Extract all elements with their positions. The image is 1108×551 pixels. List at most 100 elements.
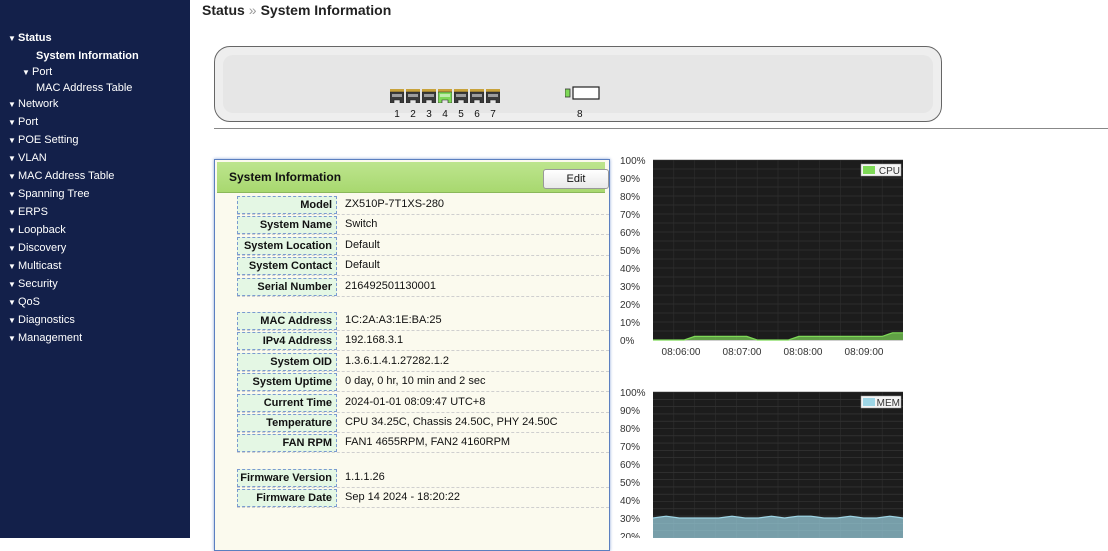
info-row-current-time: Current Time2024-01-01 08:09:47 UTC+8 xyxy=(237,394,609,413)
sidebar-item-label: MAC Address Table xyxy=(36,82,132,94)
sidebar-item-label: Port xyxy=(18,116,38,128)
sidebar-item-label: ERPS xyxy=(18,206,48,218)
ethernet-port[interactable] xyxy=(470,89,484,103)
divider xyxy=(214,128,1108,129)
info-row-serial-number: Serial Number216492501130001 xyxy=(237,278,609,297)
sidebar-item-mac-address-table[interactable]: MAC Address Table xyxy=(36,80,132,96)
sidebar-item-mac-address-table[interactable]: ▼MAC Address Table xyxy=(6,168,114,184)
sidebar-item-label: MAC Address Table xyxy=(18,170,114,182)
info-row-system-name: System NameSwitch xyxy=(237,216,609,235)
system-info-header: System Information Edit xyxy=(217,162,605,193)
sidebar-item-label: Status xyxy=(18,32,52,44)
port-label: 4 xyxy=(438,109,452,120)
y-tick-label: 100% xyxy=(620,156,646,167)
sidebar-item-spanning-tree[interactable]: ▼Spanning Tree xyxy=(6,186,90,202)
y-tick-label: 60% xyxy=(620,460,640,471)
info-value: 192.168.3.1 xyxy=(345,334,403,346)
chevron-down-icon: ▼ xyxy=(6,259,18,275)
info-label: Model xyxy=(237,196,337,214)
sidebar-item-discovery[interactable]: ▼Discovery xyxy=(6,240,66,256)
sidebar-item-multicast[interactable]: ▼Multicast xyxy=(6,258,61,274)
info-row-mac-address: MAC Address1C:2A:A3:1E:BA:25 xyxy=(237,312,609,331)
sidebar-item-label: Discovery xyxy=(18,242,66,254)
chevron-down-icon: ▼ xyxy=(6,115,18,131)
port-label: 6 xyxy=(470,109,484,120)
port-label: 2 xyxy=(406,109,420,120)
ethernet-port[interactable] xyxy=(454,89,468,103)
sidebar-item-label: QoS xyxy=(18,296,40,308)
edit-button[interactable]: Edit xyxy=(543,169,609,189)
sidebar-item-label: Multicast xyxy=(18,260,61,272)
sidebar-item-system-information[interactable]: System Information xyxy=(36,48,139,64)
info-row-ipv4-address: IPv4 Address192.168.3.1 xyxy=(237,332,609,351)
info-value: 1.1.1.26 xyxy=(345,471,385,483)
sidebar-item-status[interactable]: ▼Status xyxy=(6,30,52,46)
info-value: 0 day, 0 hr, 10 min and 2 sec xyxy=(345,375,485,387)
y-tick-label: 20% xyxy=(620,532,640,538)
y-tick-label: 60% xyxy=(620,228,640,239)
info-value: 216492501130001 xyxy=(345,280,436,292)
port-label: 1 xyxy=(390,109,404,120)
sidebar-item-network[interactable]: ▼Network xyxy=(6,96,58,112)
ethernet-port[interactable] xyxy=(486,89,500,103)
x-tick-label: 08:08:00 xyxy=(784,347,823,358)
ethernet-port[interactable] xyxy=(438,89,452,103)
y-tick-label: 100% xyxy=(620,388,646,399)
chevron-down-icon: ▼ xyxy=(6,313,18,329)
sidebar-item-management[interactable]: ▼Management xyxy=(6,330,82,346)
sidebar-item-security[interactable]: ▼Security xyxy=(6,276,58,292)
info-value: ZX510P-7T1XS-280 xyxy=(345,198,444,210)
y-tick-label: 10% xyxy=(620,318,640,329)
ethernet-port[interactable] xyxy=(406,89,420,103)
sidebar-item-port[interactable]: ▼Port xyxy=(6,114,38,130)
y-tick-label: 90% xyxy=(620,174,640,185)
sidebar-item-erps[interactable]: ▼ERPS xyxy=(6,204,48,220)
memory-usage-chart: 100%90%80%70%60%50%40%30%20%MEM xyxy=(620,388,910,538)
info-value: 2024-01-01 08:09:47 UTC+8 xyxy=(345,396,485,408)
info-label: System OID xyxy=(237,353,337,371)
sidebar-item-vlan[interactable]: ▼VLAN xyxy=(6,150,47,166)
info-row-system-oid: System OID1.3.6.1.4.1.27282.1.2 xyxy=(237,353,609,372)
info-label: Firmware Version xyxy=(237,469,337,487)
ethernet-port[interactable] xyxy=(390,89,404,103)
chevron-down-icon: ▼ xyxy=(6,295,18,311)
info-label: FAN RPM xyxy=(237,434,337,452)
info-row-fan-rpm: FAN RPMFAN1 4655RPM, FAN2 4160RPM xyxy=(237,434,609,453)
breadcrumb-current: System Information xyxy=(261,2,392,18)
sidebar-item-port[interactable]: ▼Port xyxy=(20,64,52,80)
sidebar-item-label: Port xyxy=(32,66,52,78)
chevron-down-icon: ▼ xyxy=(6,277,18,293)
sidebar-item-qos[interactable]: ▼QoS xyxy=(6,294,40,310)
info-value: Default xyxy=(345,259,380,271)
breadcrumb-parent[interactable]: Status xyxy=(202,2,245,18)
y-tick-label: 50% xyxy=(620,246,640,257)
sidebar-item-poe-setting[interactable]: ▼POE Setting xyxy=(6,132,79,148)
info-row-model: Model ZX510P-7T1XS-280 xyxy=(237,196,609,215)
info-row-firmware-version: Firmware Version 1.1.1.26 xyxy=(237,469,609,488)
info-label: System Contact xyxy=(237,257,337,275)
legend-label: MEM xyxy=(877,398,900,409)
sfp-port-icon xyxy=(565,86,601,100)
chevron-down-icon: ▼ xyxy=(20,65,32,81)
chart-area-series xyxy=(653,516,903,538)
y-tick-label: 70% xyxy=(620,442,640,453)
chevron-down-icon: ▼ xyxy=(6,151,18,167)
cpu-chart-svg: 100%90%80%70%60%50%40%30%20%10%0%CPU08:0… xyxy=(620,155,910,360)
chevron-down-icon: ▼ xyxy=(6,205,18,221)
chevron-down-icon: ▼ xyxy=(6,169,18,185)
chevron-down-icon: ▼ xyxy=(6,187,18,203)
info-row-system-uptime: System Uptime0 day, 0 hr, 10 min and 2 s… xyxy=(237,373,609,392)
cpu-usage-chart: 100%90%80%70%60%50%40%30%20%10%0%CPU08:0… xyxy=(620,155,910,360)
port-label: 3 xyxy=(422,109,436,120)
breadcrumb: Status»System Information xyxy=(202,2,391,18)
y-tick-label: 40% xyxy=(620,496,640,507)
ethernet-port-icon xyxy=(390,89,404,103)
chevron-down-icon: ▼ xyxy=(6,331,18,347)
chevron-down-icon: ▼ xyxy=(6,133,18,149)
sidebar-item-diagnostics[interactable]: ▼Diagnostics xyxy=(6,312,75,328)
sfp-port[interactable]: 8 xyxy=(565,86,601,105)
sidebar-item-label: Loopback xyxy=(18,224,66,236)
ethernet-port[interactable] xyxy=(422,89,436,103)
sidebar-item-loopback[interactable]: ▼Loopback xyxy=(6,222,66,238)
chevron-down-icon: ▼ xyxy=(6,31,18,47)
